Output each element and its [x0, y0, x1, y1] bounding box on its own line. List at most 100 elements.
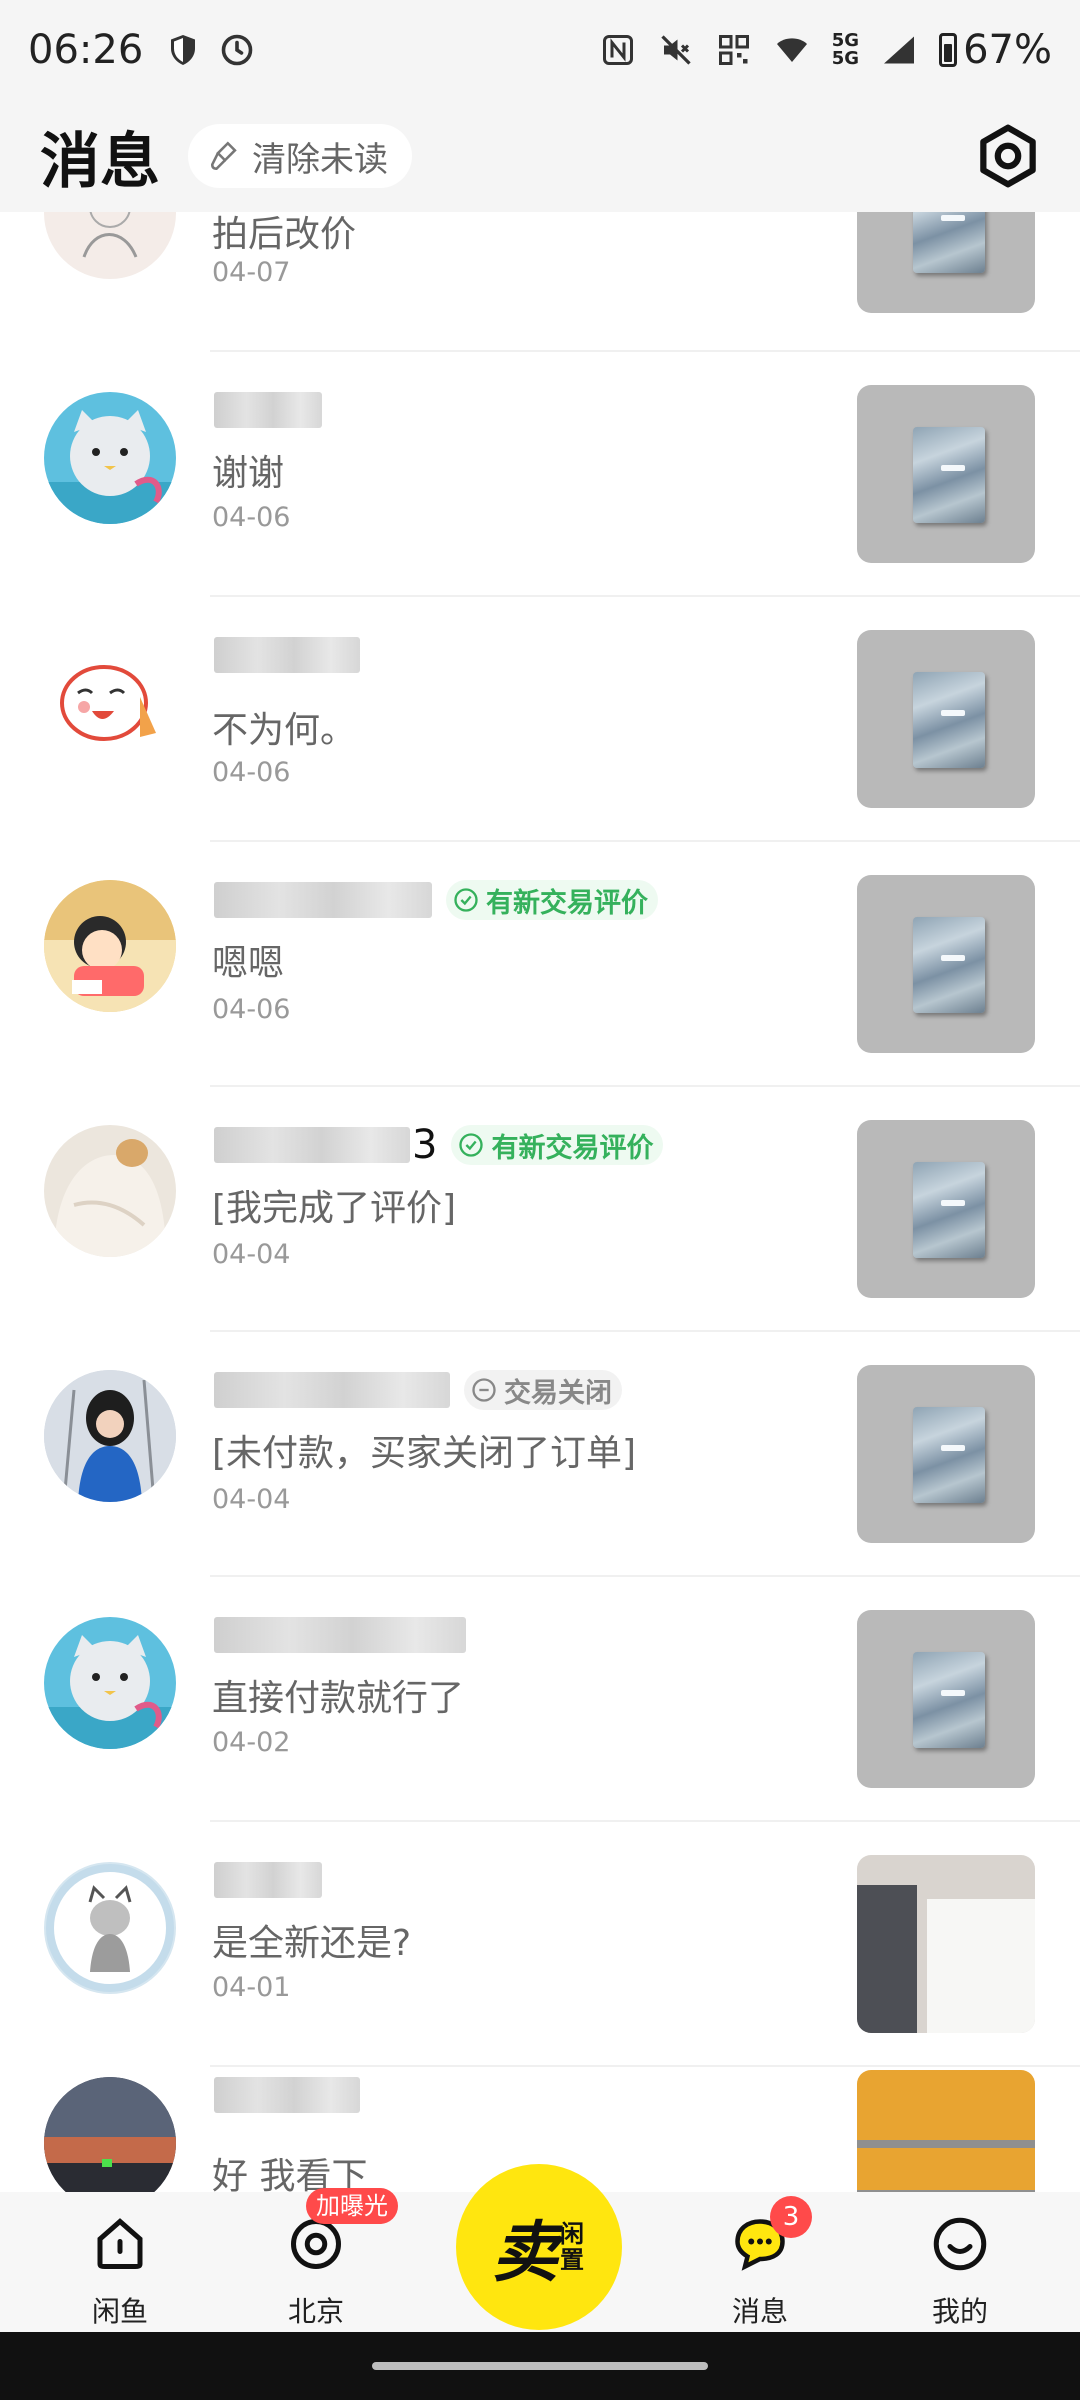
product-thumbnail[interactable] [857, 1855, 1035, 2033]
message-preview: 不为何。 [212, 710, 357, 751]
avatar[interactable] [44, 1617, 176, 1749]
settings-icon[interactable] [974, 122, 1042, 190]
avatar[interactable] [44, 637, 176, 769]
promo-tag: 加曝光 [306, 2188, 398, 2224]
product-thumbnail[interactable] [857, 212, 1035, 313]
qr-icon [718, 35, 749, 65]
contact-name [214, 2075, 360, 2115]
sell-button[interactable]: 卖 闲置 [456, 2164, 622, 2330]
conversation-row[interactable]: 交易关闭 [未付款，买家关闭了订单] 04-04 [0, 1332, 1080, 1577]
avatar[interactable] [44, 1125, 176, 1257]
message-preview: [我完成了评价] [212, 1188, 457, 1229]
product-thumbnail[interactable] [857, 875, 1035, 1053]
contact-name: 有新交易评价 [214, 880, 658, 920]
conversation-row[interactable]: 是全新还是? 04-01 [0, 1822, 1080, 2067]
avatar[interactable] [44, 880, 176, 1012]
badge-label: 有新交易评价 [491, 1132, 654, 1164]
conversation-row[interactable]: 拍后改价 04-07 [0, 212, 1080, 352]
conversation-row[interactable]: 不为何。 04-06 [0, 597, 1080, 842]
signal-icon [884, 36, 915, 64]
nav-home-label: 闲鱼 [91, 2295, 148, 2328]
message-preview: 嗯嗯 [212, 943, 285, 984]
blurred-name [214, 1862, 322, 1898]
clear-unread-button[interactable]: 清除未读 [188, 124, 412, 188]
lady-sketch-avatar [82, 212, 138, 258]
battery-percent: 67% [963, 27, 1052, 73]
status-badge: 有新交易评价 [446, 880, 658, 920]
nav-mine-label: 我的 [931, 2295, 988, 2328]
blurred-name [214, 2077, 360, 2113]
contact-name [214, 635, 360, 675]
blurred-name [214, 1617, 466, 1653]
avatar [44, 212, 176, 279]
cartoon-cat-avatar [60, 665, 156, 741]
status-badge: 有新交易评价 [451, 1125, 664, 1165]
clock-icon [221, 34, 253, 66]
message-preview: 直接付款就行了 [212, 1678, 465, 1719]
product-thumbnail[interactable] [857, 630, 1035, 808]
minus-circle-icon [472, 1378, 496, 1402]
smile-icon [933, 2217, 987, 2271]
blurred-name [214, 637, 360, 673]
contact-name: 交易关闭 [214, 1370, 622, 1410]
check-circle-icon [459, 1133, 484, 1157]
nav-city-label: 北京 [287, 2295, 344, 2328]
product-thumbnail[interactable] [857, 2070, 1035, 2192]
conversation-row[interactable]: 直接付款就行了 04-02 [0, 1577, 1080, 1822]
product-thumbnail[interactable] [857, 1120, 1035, 1298]
nav-home[interactable]: 闲鱼 [50, 2192, 190, 2332]
product-thumbnail[interactable] [857, 1610, 1035, 1788]
battery-icon [939, 33, 958, 67]
page-title: 消息 [40, 126, 160, 197]
message-date: 04-01 [212, 1972, 291, 2003]
network-type-2: 5G [831, 48, 860, 69]
avatar[interactable] [44, 2077, 176, 2192]
unread-count-badge: 3 [770, 2196, 812, 2238]
cartoon-girl-avatar [44, 880, 176, 1012]
message-date: 04-07 [212, 257, 291, 288]
message-preview: 拍后改价 [212, 214, 357, 255]
message-preview: [未付款，买家关闭了订单] [212, 1433, 637, 1474]
bottom-navigation: 闲鱼 北京 加曝光 卖 闲置 消息 3 我的 [0, 2164, 1080, 2332]
message-date: 04-04 [212, 1239, 291, 1270]
sunset-avatar [44, 2077, 176, 2192]
conversation-row[interactable]: 谢谢 04-06 [0, 352, 1080, 597]
contact-name [214, 1615, 466, 1655]
message-date: 04-06 [212, 502, 291, 533]
message-preview: 是全新还是? [212, 1923, 412, 1964]
badge-label: 有新交易评价 [486, 887, 648, 919]
sell-main-label: 卖 [492, 2214, 558, 2291]
home-icon [97, 2218, 143, 2269]
blurred-name [214, 882, 432, 918]
nav-mine[interactable]: 我的 [890, 2192, 1030, 2332]
girl-photo-avatar [44, 1370, 176, 1502]
blurred-name [214, 392, 322, 428]
conversation-list[interactable]: 拍后改价 04-07 谢谢 04-06 不为何。 04-06 有新交易评价 嗯嗯… [0, 212, 1080, 2192]
shield-icon [171, 35, 196, 65]
conversation-row[interactable]: 有新交易评价 嗯嗯 04-06 [0, 842, 1080, 1087]
broom-icon [210, 141, 237, 171]
fish-cat-avatar [44, 1635, 176, 1749]
avatar[interactable] [44, 392, 176, 524]
message-preview: 谢谢 [212, 453, 285, 494]
nav-messages-label: 消息 [731, 2295, 788, 2328]
message-date: 04-06 [212, 757, 291, 788]
home-gesture-bar[interactable] [372, 2362, 708, 2370]
status-badge: 交易关闭 [464, 1370, 622, 1410]
product-thumbnail[interactable] [857, 385, 1035, 563]
message-date: 04-06 [212, 994, 291, 1025]
avatar[interactable] [44, 1862, 176, 1994]
blurred-name [214, 1127, 410, 1163]
status-time: 06:26 [28, 27, 144, 73]
message-date: 04-02 [212, 1727, 291, 1758]
sell-sub-label: 闲置 [560, 2220, 584, 2274]
product-thumbnail[interactable] [857, 1365, 1035, 1543]
check-circle-icon [454, 888, 478, 912]
battery-indicator: 67% [939, 27, 1052, 73]
cat-sketch-avatar [46, 1864, 174, 1992]
conversation-row[interactable]: 3 有新交易评价 [我完成了评价] 04-04 [0, 1087, 1080, 1332]
dog-blanket-avatar [54, 1139, 166, 1257]
blurred-name [214, 1372, 450, 1408]
avatar[interactable] [44, 1370, 176, 1502]
name-suffix: 3 [412, 1122, 438, 1168]
